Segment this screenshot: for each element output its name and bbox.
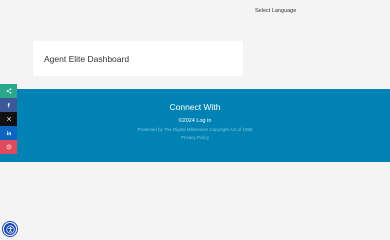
- accessibility-icon: [5, 224, 15, 234]
- card-title: Agent Elite Dashboard: [44, 53, 130, 64]
- share-icon: [6, 88, 11, 94]
- x-share-button[interactable]: [0, 112, 17, 126]
- accessibility-button[interactable]: [3, 222, 17, 236]
- dashboard-card: Agent Elite Dashboard: [33, 41, 243, 76]
- pinterest-share-button[interactable]: [0, 140, 17, 154]
- copyright-year: ©2024: [178, 118, 195, 124]
- linkedin-icon: [6, 130, 11, 136]
- pinterest-icon: [6, 144, 11, 150]
- x-icon: [6, 116, 11, 122]
- footer-heading: Connect With: [169, 102, 221, 112]
- protected-notice: Protected by The Digital Millennium Copy…: [137, 127, 253, 132]
- footer-copyright: ©2024 Log in: [0, 118, 390, 124]
- facebook-icon: [7, 102, 10, 108]
- privacy-policy-link[interactable]: Privacy Policy: [0, 135, 390, 140]
- share-button[interactable]: [0, 84, 17, 98]
- language-selector[interactable]: Select Language: [255, 8, 296, 14]
- social-share-bar: [0, 84, 17, 154]
- login-link[interactable]: Log in: [196, 118, 211, 124]
- site-footer: Connect With ©2024 Log in Protected by T…: [0, 89, 390, 162]
- facebook-share-button[interactable]: [0, 98, 17, 112]
- linkedin-share-button[interactable]: [0, 126, 17, 140]
